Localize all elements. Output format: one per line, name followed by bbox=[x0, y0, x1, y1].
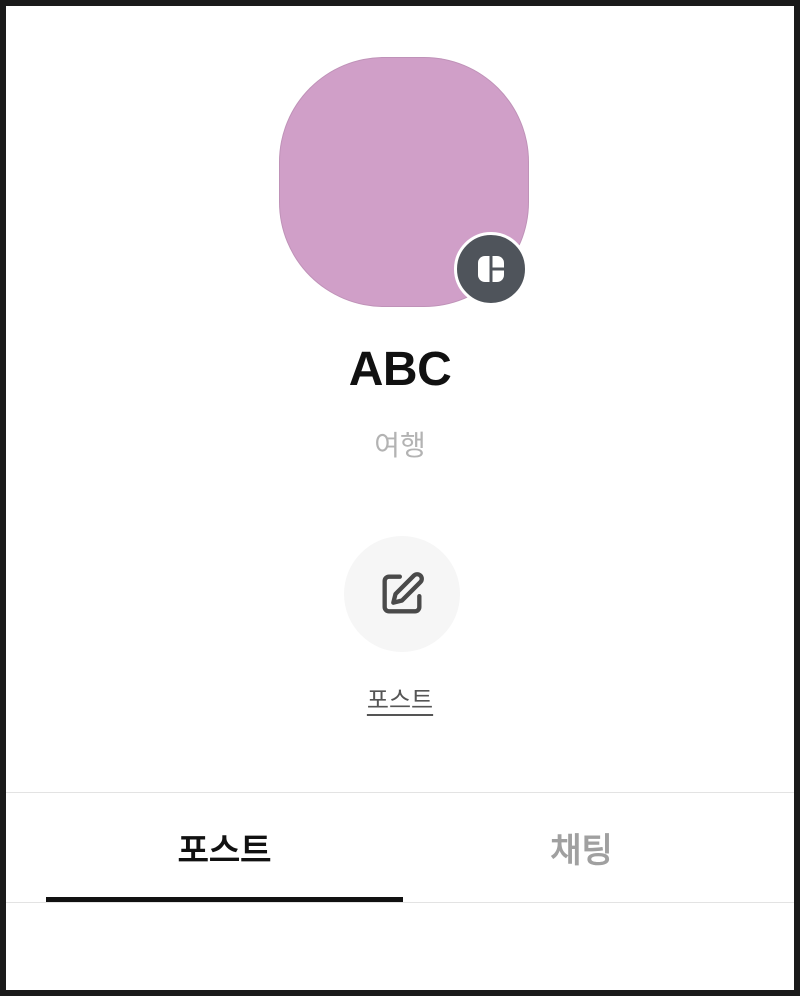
profile-screen: ABC 여행 포스트 포스트 채팅 bbox=[6, 6, 794, 990]
write-post-label[interactable]: 포스트 bbox=[6, 680, 794, 715]
profile-category: 여행 bbox=[374, 429, 426, 462]
tab-bar: 포스트 채팅 bbox=[6, 793, 794, 901]
blog-grid-icon[interactable] bbox=[454, 232, 528, 306]
tab-chat[interactable]: 채팅 bbox=[403, 793, 760, 901]
divider bbox=[6, 902, 794, 903]
tab-posts[interactable]: 포스트 bbox=[46, 793, 403, 901]
profile-avatar-area bbox=[279, 57, 533, 311]
profile-name: ABC bbox=[348, 343, 452, 396]
write-post-button[interactable] bbox=[344, 536, 460, 652]
edit-icon bbox=[382, 572, 424, 614]
